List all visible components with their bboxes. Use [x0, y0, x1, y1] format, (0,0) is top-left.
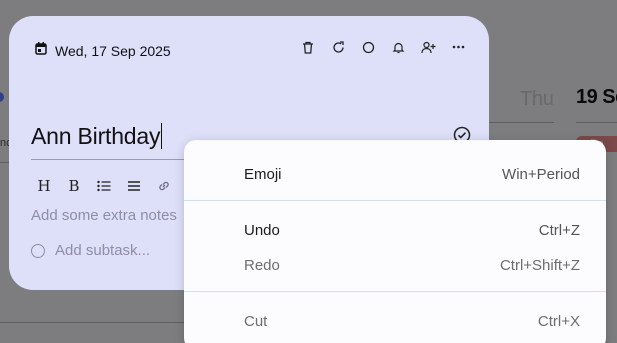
menu-item-label: Redo — [244, 256, 280, 274]
text-caret — [161, 123, 163, 149]
menu-item-label: Undo — [244, 221, 280, 239]
date-row[interactable]: Wed, 17 Sep 2025 — [35, 42, 171, 60]
context-menu: Emoji Win+Period Undo Ctrl+Z Redo Ctrl+S… — [184, 140, 606, 343]
subtask-placeholder: Add subtask... — [55, 242, 151, 259]
bold-button[interactable]: B — [65, 176, 83, 196]
repeat-icon[interactable] — [329, 38, 347, 56]
menu-item-shortcut: Win+Period — [502, 165, 580, 183]
status-circle-icon[interactable] — [359, 38, 377, 56]
subtask-circle-icon — [31, 243, 45, 258]
more-icon[interactable] — [449, 38, 467, 56]
add-subtask-row[interactable]: Add subtask... — [31, 242, 150, 259]
menu-item-shortcut: Ctrl+X — [537, 312, 580, 330]
calendar-divider — [576, 122, 617, 123]
task-title: Ann Birthday — [31, 123, 161, 149]
menu-separator — [184, 200, 606, 201]
add-user-icon[interactable] — [419, 38, 437, 56]
trash-icon[interactable] — [299, 38, 317, 56]
heading-button[interactable]: H — [35, 176, 53, 196]
calendar-dot — [0, 92, 4, 102]
menu-separator — [184, 291, 606, 292]
calendar-day-thu: Thu — [520, 88, 554, 110]
card-actions — [299, 38, 467, 56]
task-date: Wed, 17 Sep 2025 — [55, 43, 171, 59]
link-icon[interactable] — [155, 176, 173, 196]
calendar-divider — [0, 322, 184, 323]
align-icon[interactable] — [125, 176, 143, 196]
notes-field[interactable]: Add some extra notes — [31, 207, 177, 224]
menu-item-cut[interactable]: Cut Ctrl+X — [184, 304, 606, 338]
calendar-icon — [35, 42, 47, 60]
menu-item-label: Emoji — [244, 165, 282, 183]
menu-item-shortcut: Ctrl+Z — [538, 221, 580, 239]
bell-icon[interactable] — [389, 38, 407, 56]
menu-item-redo[interactable]: Redo Ctrl+Shift+Z — [184, 248, 606, 282]
calendar-divider — [488, 122, 554, 123]
menu-item-undo[interactable]: Undo Ctrl+Z — [184, 213, 606, 247]
calendar-day-19: 19 Se — [576, 86, 617, 108]
menu-item-shortcut: Ctrl+Shift+Z — [499, 256, 580, 274]
menu-item-label: Cut — [244, 312, 268, 330]
bullet-list-icon[interactable] — [95, 176, 113, 196]
format-toolbar: H B — [35, 176, 173, 196]
menu-item-emoji[interactable]: Emoji Win+Period — [184, 157, 606, 191]
